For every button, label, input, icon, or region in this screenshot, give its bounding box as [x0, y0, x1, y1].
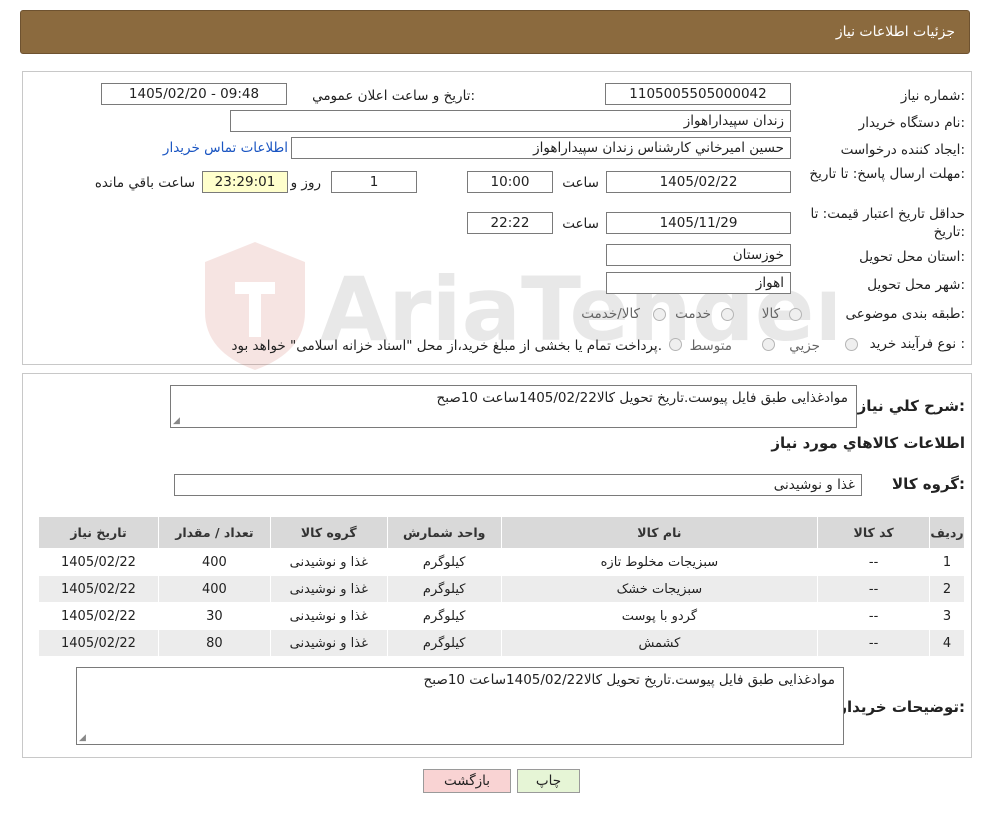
cell-code: --: [817, 602, 931, 630]
col-header-unit: واحد شمارش: [386, 516, 502, 549]
cell-name: گردو با پوست: [500, 602, 819, 630]
resize-grip-icon[interactable]: ◢: [79, 733, 86, 743]
cell-quantity: 80: [157, 629, 271, 657]
col-header-name: نام كالا: [500, 516, 819, 549]
buyer-org-field: زندان سپيداراهواز: [230, 110, 791, 132]
category-option-goods: كالا: [761, 306, 780, 322]
city-field: اهواز: [606, 272, 791, 294]
cell-name: سبزيجات مخلوط تازه: [500, 548, 819, 576]
cell-row-number: 4: [929, 629, 965, 657]
resize-grip-icon[interactable]: ◢: [173, 416, 180, 426]
cell-name: كشمش: [500, 629, 819, 657]
validity-date-field: 1405/11/29: [606, 212, 791, 234]
city-label: شهر محل تحويل:: [867, 277, 965, 293]
need-number-field: 1105005505000042: [605, 83, 791, 105]
send-date-field: 1405/02/22: [606, 171, 791, 193]
cell-group: غذا و نوشيدنی: [269, 629, 388, 657]
validity-label: حداقل تاريخ اعتبار قيمت: تا تاريخ:: [810, 206, 965, 240]
col-header-code: كد كالا: [817, 516, 931, 549]
page-title: جزئیات اطلاعات نیاز: [835, 24, 955, 40]
table-row[interactable]: 1 -- سبزيجات مخلوط تازه كيلوگرم غذا و نو…: [38, 548, 965, 576]
goods-group-label: گروه كالا:: [892, 475, 965, 493]
days-field: 1: [331, 171, 417, 193]
cell-date: 1405/02/22: [38, 602, 159, 630]
col-header-group: گروه كالا: [269, 516, 388, 549]
goods-heading: اطلاعات كالاهاي مورد نياز: [771, 434, 965, 452]
creator-label: ايجاد كننده درخواست:: [840, 142, 965, 158]
cell-group: غذا و نوشيدنی: [269, 575, 388, 603]
remaining-time-field: 23:29:01: [202, 171, 288, 193]
category-radio-service[interactable]: [721, 308, 734, 321]
col-header-row-number: رديف: [929, 516, 965, 549]
buyer-org-label: نام دستگاه خريدار:: [858, 115, 965, 131]
buyer-contact-link[interactable]: اطلاعات تماس خريدار: [163, 140, 288, 156]
process-radio-medium[interactable]: [762, 338, 775, 351]
cell-unit: كيلوگرم: [386, 629, 502, 657]
col-header-date: تاريخ نياز: [38, 516, 159, 549]
creator-field: حسين اميرخاني كارشناس زندان سپيداراهواز: [291, 137, 791, 159]
announce-field: 1405/02/20 - 09:48: [101, 83, 287, 105]
cell-unit: كيلوگرم: [386, 548, 502, 576]
summary-label: شرح كلي نياز:: [857, 397, 965, 415]
cell-code: --: [817, 575, 931, 603]
print-button[interactable]: چاپ: [517, 769, 580, 793]
category-radio-goods-service[interactable]: [653, 308, 666, 321]
buyer-notes-text: موادغذایی طبق فایل پیوست.تاریخ تحویل کال…: [423, 672, 835, 688]
summary-textarea[interactable]: موادغذایی طبق فایل پیوست.تاریخ تحویل کال…: [170, 385, 857, 428]
buyer-notes-textarea[interactable]: موادغذایی طبق فایل پیوست.تاریخ تحویل کال…: [76, 667, 844, 745]
category-radio-goods[interactable]: [789, 308, 802, 321]
cell-date: 1405/02/22: [38, 629, 159, 657]
category-label: طبقه بندی موضوعی:: [845, 306, 965, 322]
cell-name: سبزيجات خشک: [500, 575, 819, 603]
process-option-minor: جزيي: [789, 338, 820, 354]
cell-row-number: 2: [929, 575, 965, 603]
page-header: جزئیات اطلاعات نیاز: [20, 10, 970, 54]
summary-text: موادغذایی طبق فایل پیوست.تاریخ تحویل کال…: [436, 390, 848, 406]
table-header-row: رديف كد كالا نام كالا واحد شمارش گروه كا…: [38, 516, 965, 549]
cell-date: 1405/02/22: [38, 548, 159, 576]
process-checkbox-treasury[interactable]: [669, 338, 682, 351]
cell-quantity: 400: [157, 575, 271, 603]
table-row[interactable]: 4 -- كشمش كيلوگرم غذا و نوشيدنی 80 1405/…: [38, 629, 965, 657]
buyer-notes-label: توضيحات خريدار:: [838, 698, 965, 716]
process-option-medium: متوسط: [689, 338, 732, 354]
process-note: پرداخت تمام يا بخشی از مبلغ خريد،از محل …: [231, 338, 662, 354]
cell-row-number: 1: [929, 548, 965, 576]
cell-quantity: 30: [157, 602, 271, 630]
table-row[interactable]: 3 -- گردو با پوست كيلوگرم غذا و نوشيدنی …: [38, 602, 965, 630]
cell-group: غذا و نوشيدنی: [269, 602, 388, 630]
send-deadline-label: مهلت ارسال پاسخ: تا تاريخ:: [809, 166, 965, 182]
process-radio-minor[interactable]: [845, 338, 858, 351]
cell-unit: كيلوگرم: [386, 575, 502, 603]
process-label: نوع فرآيند خريد :: [869, 336, 965, 352]
days-label: روز و: [290, 175, 321, 191]
province-label: استان محل تحويل:: [859, 249, 965, 265]
send-time-label: ساعت: [562, 175, 599, 191]
validity-time-label: ساعت: [562, 216, 599, 232]
cell-quantity: 400: [157, 548, 271, 576]
cell-row-number: 3: [929, 602, 965, 630]
validity-time-field: 22:22: [467, 212, 553, 234]
category-option-service: خدمت: [675, 306, 711, 322]
goods-table: رديف كد كالا نام كالا واحد شمارش گروه كا…: [38, 516, 965, 657]
province-field: خوزستان: [606, 244, 791, 266]
cell-unit: كيلوگرم: [386, 602, 502, 630]
cell-code: --: [817, 548, 931, 576]
send-time-field: 10:00: [467, 171, 553, 193]
goods-group-field: غذا و نوشيدنی: [174, 474, 862, 496]
announce-label: تاریخ و ساعت اعلان عمومي:: [312, 88, 475, 104]
col-header-quantity: تعداد / مقدار: [157, 516, 271, 549]
remaining-label: ساعت باقي مانده: [94, 175, 195, 191]
back-button[interactable]: بازگشت: [423, 769, 511, 793]
cell-group: غذا و نوشيدنی: [269, 548, 388, 576]
table-row[interactable]: 2 -- سبزيجات خشک كيلوگرم غذا و نوشيدنی 4…: [38, 575, 965, 603]
cell-code: --: [817, 629, 931, 657]
need-number-label: شماره نیاز:: [900, 88, 965, 104]
category-option-goods-service: كالا/خدمت: [581, 306, 640, 322]
cell-date: 1405/02/22: [38, 575, 159, 603]
